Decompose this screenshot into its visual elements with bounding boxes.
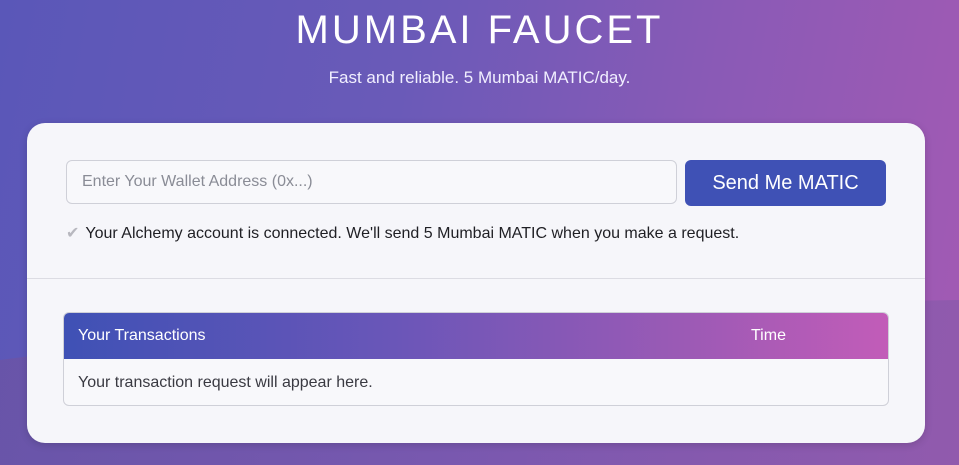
column-header-transactions: Your Transactions bbox=[78, 327, 206, 344]
transactions-table: Your Transactions Time Your transaction … bbox=[63, 312, 889, 406]
transactions-empty-message: Your transaction request will appear her… bbox=[78, 374, 373, 391]
send-matic-button[interactable]: Send Me MATIC bbox=[685, 160, 886, 206]
wallet-address-input[interactable] bbox=[66, 160, 677, 204]
transactions-header: Your Transactions Time bbox=[64, 313, 888, 359]
column-header-time: Time bbox=[751, 327, 786, 344]
faucet-card: Send Me MATIC ✔ Your Alchemy account is c… bbox=[27, 123, 925, 443]
check-icon: ✔ bbox=[66, 225, 80, 242]
connection-status-text: Your Alchemy account is connected. We'll… bbox=[85, 225, 740, 242]
divider bbox=[27, 278, 925, 279]
page-subtitle: Fast and reliable. 5 Mumbai MATIC/day. bbox=[328, 68, 631, 87]
page-title: MUMBAI FAUCET bbox=[295, 8, 664, 52]
connection-status: ✔ Your Alchemy account is connected. We'l… bbox=[66, 224, 739, 244]
